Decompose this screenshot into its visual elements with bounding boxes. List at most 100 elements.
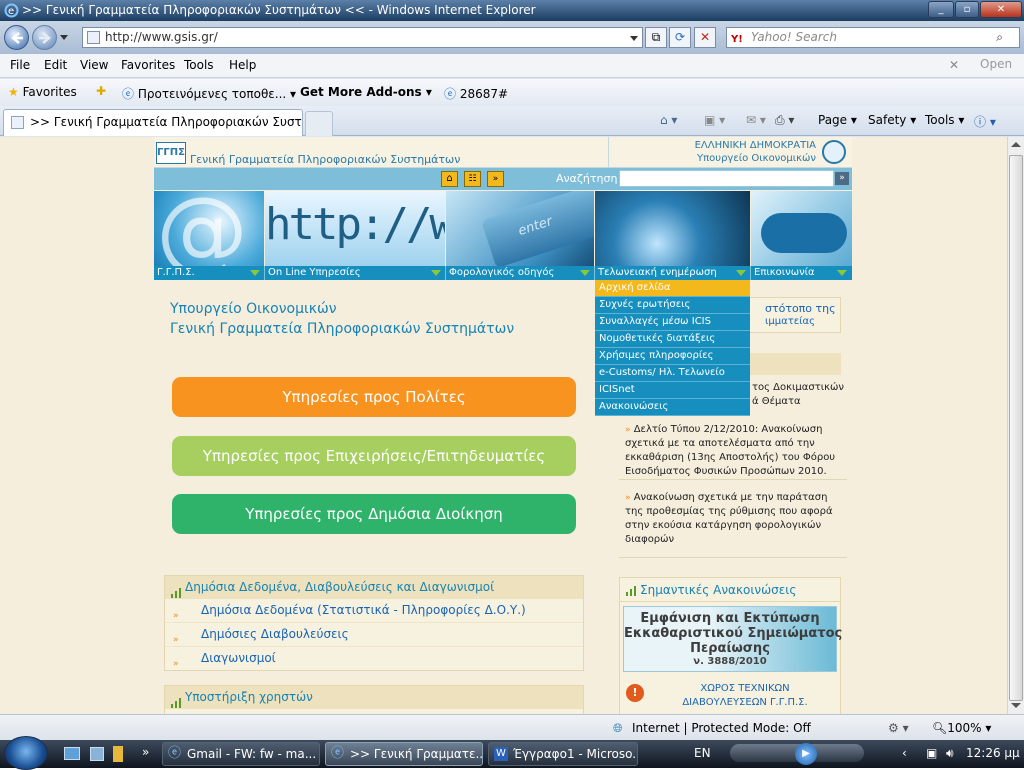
- quicklaunch-more-icon[interactable]: »: [142, 745, 149, 759]
- back-button[interactable]: [4, 25, 29, 50]
- chevron-down-icon: [736, 270, 746, 276]
- suggested-sites-link[interactable]: ⓔ Προτεινόμενες τοποθε... ▾: [122, 85, 296, 102]
- menu-file[interactable]: File: [10, 58, 30, 72]
- address-dropdown-icon[interactable]: [630, 36, 638, 41]
- news-item[interactable]: » Δελτίο Τύπου 2/12/2010: Ανακοίνωση σχε…: [625, 423, 837, 479]
- title-bar: e >> Γενική Γραμματεία Πληροφοριακών Συσ…: [0, 0, 1024, 21]
- header-divider: [608, 137, 609, 168]
- close-button[interactable]: ✕: [980, 1, 1022, 18]
- dropdown-announcements[interactable]: Ανακοινώσεις: [595, 399, 750, 416]
- safety-menu[interactable]: Safety ▾: [868, 113, 916, 127]
- clock[interactable]: 12:26 μμ: [966, 746, 1020, 760]
- zoom-control[interactable]: 🔍︎100% ▾: [932, 721, 991, 735]
- menu-tools[interactable]: Tools: [184, 58, 214, 72]
- citizens-services-button[interactable]: Υπηρεσίες προς Πολίτες: [172, 377, 576, 417]
- print-icon[interactable]: ⎙ ▾: [775, 113, 794, 128]
- dropdown-legislation[interactable]: Νομοθετικές διατάξεις: [595, 331, 750, 348]
- taskbar-gsis[interactable]: ⓔ >> Γενική Γραμματε...: [325, 742, 483, 766]
- dropdown-faq[interactable]: Συχνές ερωτήσεις: [595, 297, 750, 314]
- new-tab-button[interactable]: [305, 111, 333, 136]
- menu-edit[interactable]: Edit: [44, 58, 67, 72]
- sitemap-icon[interactable]: ☷: [464, 171, 481, 187]
- stop-button[interactable]: ✕: [694, 27, 716, 48]
- menu-help[interactable]: Help: [229, 58, 256, 72]
- tray-expand-icon[interactable]: ‹: [902, 746, 907, 760]
- consultations-link[interactable]: » Δημόσιες Διαβουλεύσεις: [165, 623, 583, 647]
- page-favicon-icon: [11, 116, 24, 129]
- tools-menu[interactable]: Tools ▾: [925, 113, 964, 127]
- menu-view[interactable]: View: [80, 58, 108, 72]
- quicklaunch-icon[interactable]: [90, 747, 104, 761]
- start-button[interactable]: [4, 736, 48, 770]
- nav-contact[interactable]: Επικοινωνία: [751, 266, 852, 280]
- open-button[interactable]: Open: [966, 57, 1012, 71]
- public-admin-services-button[interactable]: Υπηρεσίες προς Δημόσια Διοίκηση: [172, 494, 576, 534]
- mail-icon[interactable]: ✉ ▾: [746, 113, 766, 127]
- forward-icon[interactable]: »: [487, 171, 504, 187]
- forward-button[interactable]: [32, 25, 57, 50]
- show-desktop-icon[interactable]: [64, 747, 80, 760]
- play-icon[interactable]: ▶: [795, 743, 817, 765]
- banner-http-image: http://www: [265, 191, 445, 266]
- feeds-icon[interactable]: ▣ ▾: [704, 113, 725, 127]
- ie-icon: ⓔ: [331, 746, 345, 761]
- nav-online-services[interactable]: On Line Υπηρεσίες: [265, 266, 446, 280]
- network-icon[interactable]: ▣: [926, 746, 937, 760]
- history-dropdown-icon[interactable]: [60, 35, 68, 40]
- favorites-button[interactable]: ★ Favorites: [8, 85, 77, 99]
- home-icon[interactable]: ⌂: [441, 171, 458, 187]
- help-icon[interactable]: ⓘ ▾: [974, 113, 996, 130]
- search-input[interactable]: Y! Yahoo! Search ⌕: [726, 27, 1020, 48]
- favorite-item-link[interactable]: ⓔ 28687#: [444, 85, 508, 102]
- home-icon[interactable]: ⌂ ▾: [660, 113, 677, 127]
- scroll-up-icon[interactable]: [1011, 142, 1021, 147]
- news-partial-line1[interactable]: τος Δοκιμαστικών: [752, 382, 844, 393]
- dropdown-icis-transactions[interactable]: Συναλλαγές μέσω ICIS: [595, 314, 750, 331]
- dropdown-useful-info[interactable]: Χρήσιμες πληροφορίες: [595, 348, 750, 365]
- news-partial-line2[interactable]: ά Θέματα: [752, 396, 801, 407]
- vertical-scrollbar[interactable]: [1007, 137, 1024, 714]
- protected-mode-icon[interactable]: ⚙ ▾: [888, 721, 909, 735]
- public-data-link[interactable]: » Δημόσια Δεδομένα (Στατιστικά - Πληροφορ…: [165, 599, 583, 623]
- minimize-button[interactable]: _: [928, 1, 954, 18]
- page-menu[interactable]: Page ▾: [818, 113, 857, 127]
- zoom-icon: 🔍︎: [932, 721, 948, 735]
- add-favorite-icon[interactable]: ✚: [96, 84, 106, 98]
- tab-gsis[interactable]: >> Γενική Γραμματεία Πληροφοριακών Συστη…: [3, 109, 303, 136]
- search-go-button[interactable]: »: [835, 172, 849, 185]
- taskbar-gmail[interactable]: ⓔ Gmail - FW: fw - ma...: [162, 742, 320, 766]
- news-divider: [619, 557, 847, 558]
- tech-consultation-link[interactable]: ΧΩΡΟΣ ΤΕΧΝΙΚΩΝ ΔΙΑΒΟΥΛΕΥΣΕΩΝ Γ.Γ.Π.Σ.: [652, 682, 838, 710]
- close-toolbar-icon[interactable]: ✕: [949, 58, 959, 72]
- status-bar: 🌐︎ Internet | Protected Mode: Off ⚙ ▾ 🔍︎…: [0, 714, 1024, 740]
- nav-ggps[interactable]: Γ.Γ.Π.Σ.: [154, 266, 265, 280]
- ie-small-icon: ⓔ: [444, 87, 457, 101]
- chevron-down-icon: ▾: [290, 87, 297, 101]
- business-services-button[interactable]: Υπηρεσίες προς Επιχειρήσεις/Επιτηδευματί…: [172, 436, 576, 476]
- news-item[interactable]: » Ανακοίνωση σχετικά με την παράταση της…: [625, 491, 837, 547]
- site-search-input[interactable]: [619, 170, 834, 187]
- language-indicator[interactable]: EN: [694, 746, 711, 760]
- settlement-promo-banner[interactable]: Εμφάνιση και Εκτύπωση Εκκαθαριστικού Σημ…: [623, 606, 842, 672]
- addons-link[interactable]: Get More Add-ons ▾: [300, 85, 432, 99]
- dropdown-home[interactable]: Αρχική σελίδα: [595, 280, 750, 297]
- menu-favorites[interactable]: Favorites: [121, 58, 175, 72]
- taskbar-word[interactable]: W Έγγραφο1 - Microso...: [488, 742, 638, 766]
- scrollbar-thumb[interactable]: [1009, 155, 1023, 701]
- nav-customs-info[interactable]: Τελωνειακή ενημέρωση: [595, 266, 751, 280]
- dropdown-ecustoms[interactable]: e-Customs/ Ηλ. Τελωνείο: [595, 365, 750, 382]
- scroll-down-icon[interactable]: [1011, 703, 1021, 708]
- dropdown-icisnet[interactable]: ICISnet: [595, 382, 750, 399]
- address-bar[interactable]: http://www.gsis.gr/: [82, 27, 643, 48]
- quicklaunch-icon[interactable]: [113, 746, 123, 762]
- volume-icon[interactable]: 🔊︎: [946, 746, 954, 761]
- site-header: ΓΓΠΣ Γενική Γραμματεία Πληροφοριακών Συσ…: [154, 137, 852, 168]
- maximize-button[interactable]: ▫: [955, 1, 979, 18]
- gsis-logo[interactable]: ΓΓΠΣ: [156, 142, 186, 164]
- nav-tax-guide[interactable]: Φορολογικός οδηγός: [446, 266, 595, 280]
- tenders-link[interactable]: » Διαγωνισμοί: [165, 647, 583, 671]
- compatibility-view-button[interactable]: ⧉: [645, 27, 667, 48]
- search-icon[interactable]: ⌕: [996, 28, 1003, 47]
- refresh-button[interactable]: ⟳: [669, 27, 691, 48]
- security-zone-text[interactable]: Internet | Protected Mode: Off: [632, 721, 811, 735]
